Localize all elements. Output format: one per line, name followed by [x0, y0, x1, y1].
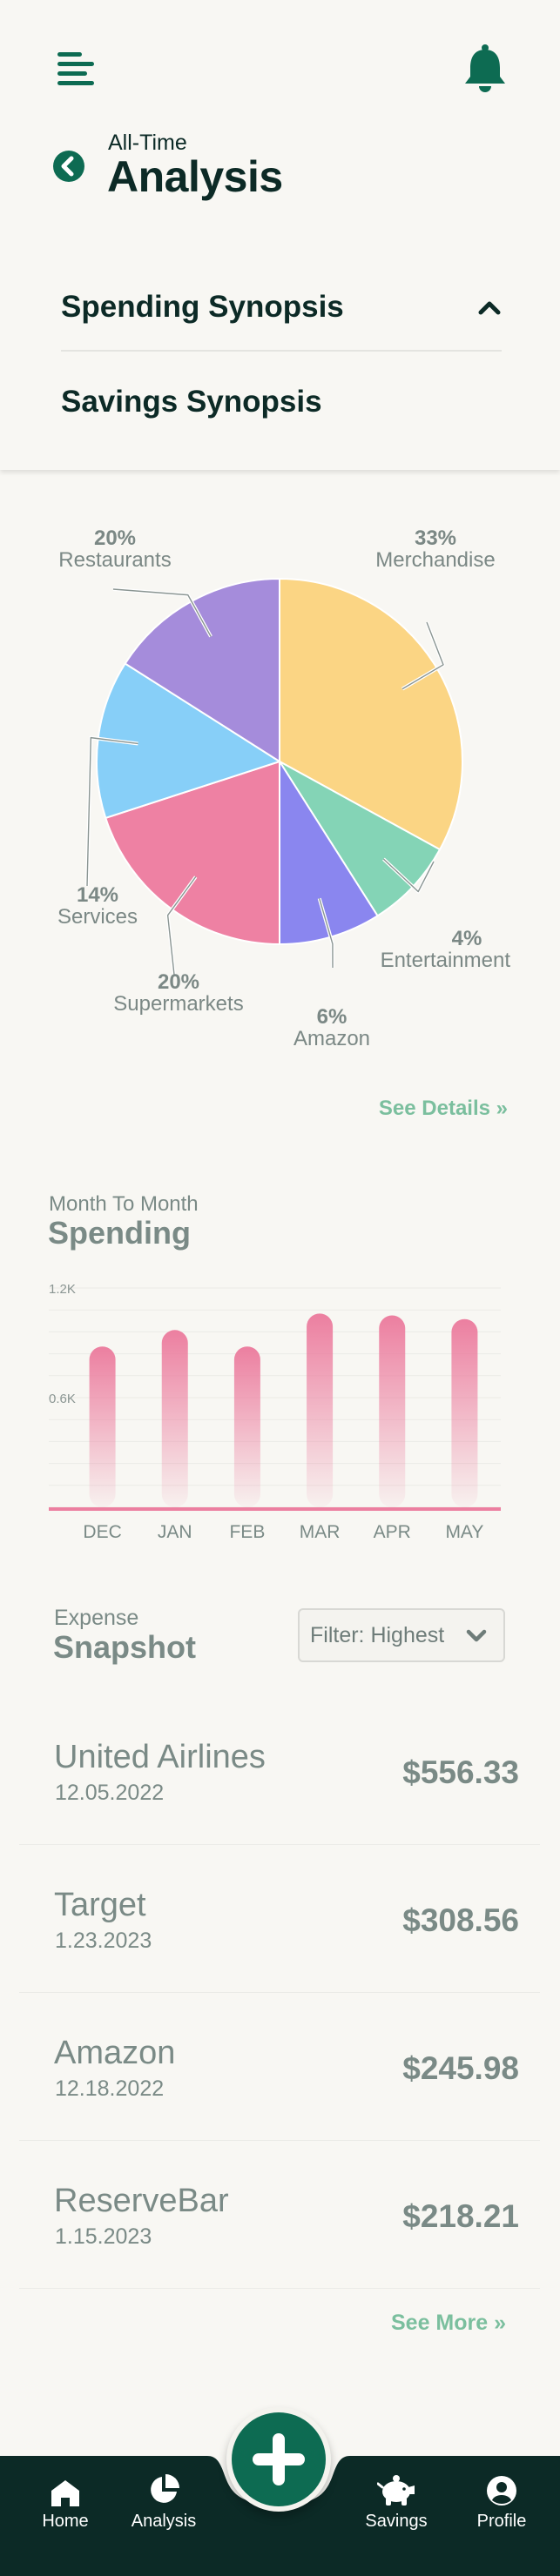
spending-bar-chart: 1.2K 0.6K DEC JAN FEB MAR APR MAY	[0, 1271, 560, 1549]
section-spending-synopsis[interactable]: Spending Synopsis	[61, 265, 502, 352]
expense-date: 12.18.2022	[55, 2076, 165, 2101]
chevron-up-icon[interactable]	[477, 299, 502, 316]
expense-amount: $245.98	[402, 2050, 519, 2086]
section-savings-synopsis[interactable]: Savings Synopsis	[61, 359, 502, 446]
y-tick-label: 1.2K	[49, 1282, 76, 1297]
x-tick-label: FEB	[229, 1522, 265, 1542]
user-icon	[486, 2473, 517, 2506]
expense-row[interactable]: United Airlines 12.05.2022 $556.33	[19, 1697, 540, 1845]
bar-jan[interactable]	[161, 1330, 188, 1507]
chevron-down-icon	[465, 1627, 488, 1645]
pie-label-merchandise: 33% Merchandise	[375, 527, 496, 572]
pie-label-supermarkets: 20% Supermarkets	[113, 970, 244, 1016]
page-title: Analysis	[107, 152, 283, 201]
nav-label: Savings	[365, 2512, 428, 2531]
x-tick-label: MAR	[300, 1522, 341, 1542]
plus-icon	[251, 2432, 307, 2487]
bar-mar[interactable]	[307, 1313, 334, 1507]
x-tick-label: JAN	[158, 1522, 192, 1542]
menu-icon[interactable]	[56, 49, 96, 89]
bar-dec[interactable]	[89, 1346, 116, 1507]
piggy-bank-icon	[377, 2473, 415, 2506]
snapshot-subtitle: Expense	[54, 1606, 139, 1630]
pie-chart-icon	[147, 2473, 180, 2506]
x-tick-label: DEC	[83, 1522, 121, 1542]
section-label: Savings Synopsis	[61, 385, 322, 419]
pie-label-amazon: 6% Amazon	[293, 1005, 371, 1050]
nav-label: Profile	[476, 2512, 527, 2531]
pie-label-restaurants: 20% Restaurants	[58, 527, 172, 572]
nav-item-analysis[interactable]: Analysis	[120, 2473, 207, 2543]
x-tick-label: APR	[374, 1522, 411, 1542]
back-icon[interactable]	[52, 150, 85, 183]
expense-amount: $218.21	[402, 2198, 519, 2234]
expense-name: Target	[54, 1887, 146, 1923]
nav-item-savings[interactable]: Savings	[353, 2473, 440, 2543]
expense-amount: $556.33	[402, 1754, 519, 1790]
section-label: Spending Synopsis	[61, 290, 344, 324]
pie-label-services: 14% Services	[57, 883, 138, 929]
filter-label: Filter: Highest	[310, 1622, 445, 1647]
nav-label: Home	[42, 2512, 89, 2531]
bar-feb[interactable]	[233, 1346, 260, 1507]
expense-row[interactable]: ReserveBar 1.15.2023 $218.21	[19, 2141, 540, 2289]
nav-item-home[interactable]: Home	[22, 2473, 109, 2543]
nav-item-profile[interactable]: Profile	[458, 2473, 545, 2543]
add-button[interactable]	[226, 2407, 331, 2512]
bar-chart-title: Spending	[48, 1215, 191, 1251]
see-details-link[interactable]: See Details »	[379, 1097, 508, 1121]
expense-name: United Airlines	[54, 1739, 266, 1775]
expense-row[interactable]: Amazon 12.18.2022 $245.98	[19, 1993, 540, 2141]
expense-name: ReserveBar	[54, 2183, 229, 2219]
expense-name: Amazon	[54, 2035, 176, 2071]
bell-icon[interactable]	[462, 44, 509, 94]
expense-amount: $308.56	[402, 1902, 519, 1938]
bar-apr[interactable]	[379, 1315, 406, 1508]
bar-may[interactable]	[451, 1318, 478, 1507]
bar-chart-subtitle: Month To Month	[49, 1192, 199, 1216]
see-more-link[interactable]: See More »	[391, 2311, 506, 2336]
y-tick-label: 0.6K	[49, 1392, 76, 1406]
header: All-Time Analysis Spending Synopsis Savi…	[0, 0, 560, 470]
pie-label-entertainment: 4% Entertainment	[380, 927, 510, 972]
snapshot-title: Snapshot	[53, 1629, 197, 1665]
spending-pie-chart: 33% Merchandise 4% Entertainment 6% Amaz…	[0, 470, 560, 1062]
expense-row[interactable]: Target 1.23.2023 $308.56	[19, 1845, 540, 1993]
expense-date: 1.23.2023	[55, 1929, 152, 1953]
x-tick-label: MAY	[445, 1522, 483, 1542]
home-icon	[50, 2473, 81, 2506]
expense-date: 1.15.2023	[55, 2224, 152, 2249]
filter-dropdown[interactable]: Filter: Highest	[298, 1608, 505, 1662]
nav-label: Analysis	[131, 2512, 197, 2531]
expense-date: 12.05.2022	[55, 1781, 165, 1805]
bar-chart-svg: 1.2K 0.6K DEC JAN FEB MAR APR MAY	[49, 1282, 501, 1542]
